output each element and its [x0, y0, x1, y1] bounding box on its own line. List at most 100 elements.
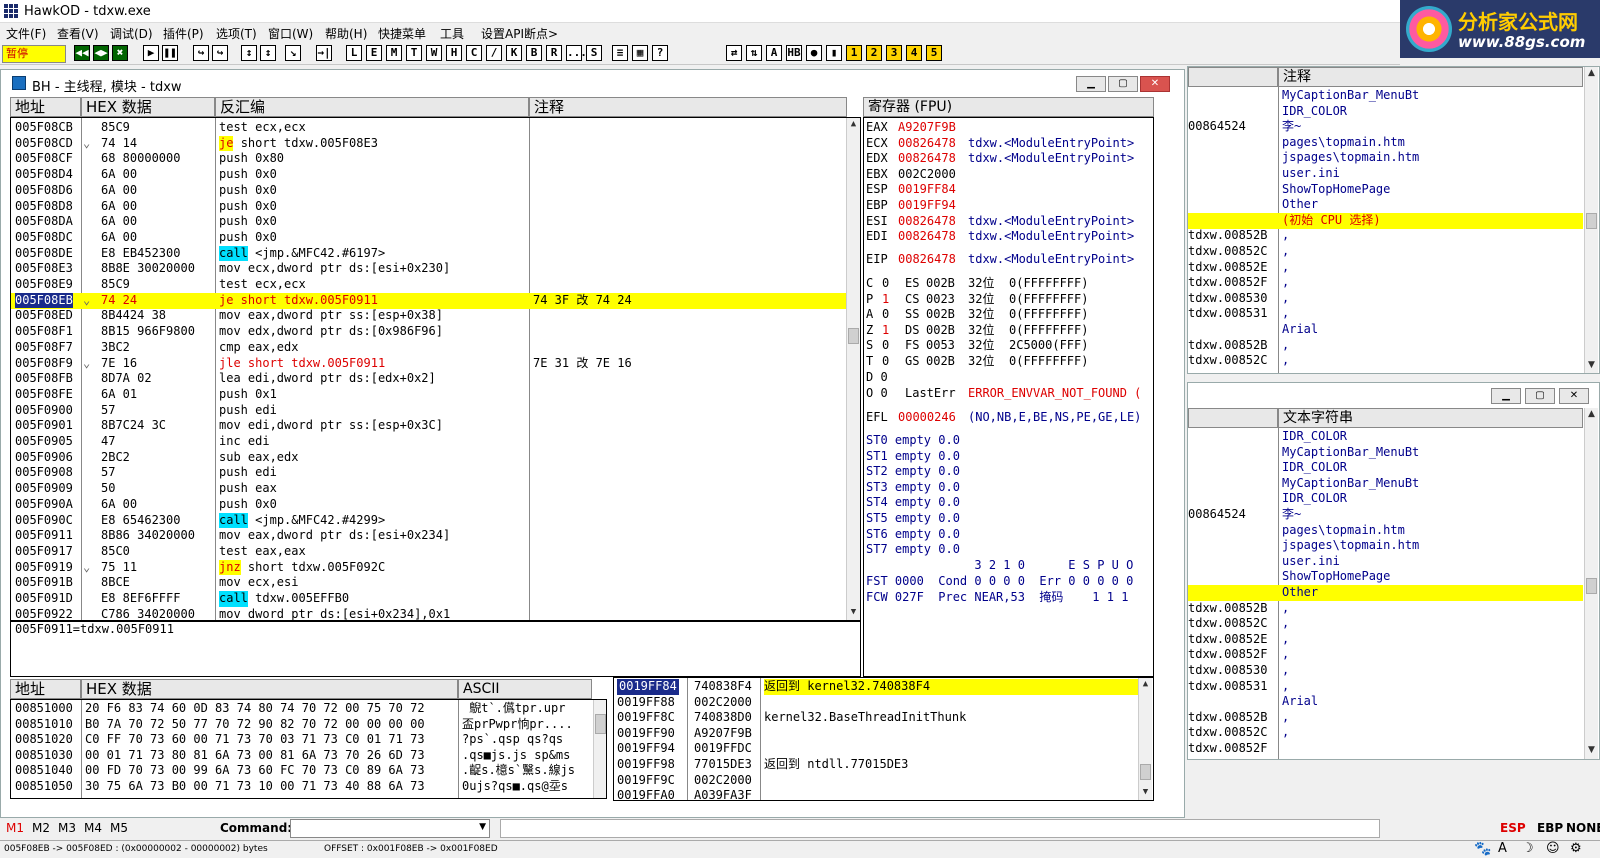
- minimize-button[interactable]: ▁: [1076, 76, 1106, 92]
- list-row[interactable]: ShowTopHomePage: [1188, 569, 1583, 585]
- register-row[interactable]: 3 2 1 0 E S P U O: [864, 558, 1153, 574]
- none-label[interactable]: NONE: [1566, 821, 1600, 835]
- register-row[interactable]: EAX A9207F9B: [864, 120, 1153, 136]
- command-input[interactable]: ▼: [290, 819, 490, 838]
- list-row[interactable]: tdxw.00852B,: [1188, 601, 1583, 617]
- register-row[interactable]: EDX 00826478 tdxw.<ModuleEntryPoint>: [864, 151, 1153, 167]
- dump-row[interactable]: 00851040 00 FD 70 73 00 99 6A 73 60 FC 70…: [11, 763, 591, 779]
- disasm-row[interactable]: 005F08E9 85C9 test ecx,ecx: [11, 277, 846, 293]
- comments-header[interactable]: 注释: [1278, 67, 1583, 87]
- disasm-row[interactable]: 005F0905 47 inc edi: [11, 434, 846, 450]
- register-row[interactable]: EBX 002C2000: [864, 167, 1153, 183]
- toolbar-button[interactable]: 1: [846, 45, 862, 61]
- stack-row[interactable]: 0019FF8C 740838D0 kernel32.BaseThreadInitT…: [614, 710, 1138, 726]
- disasm-row[interactable]: 005F08CF 68 80000000 push 0x80: [11, 151, 846, 167]
- disasm-row[interactable]: 005F08F7 3BC2 cmp eax,edx: [11, 340, 846, 356]
- registers-pane[interactable]: EAX A9207F9B ECX 00826478 tdxw.<ModuleEntryP…: [863, 117, 1154, 677]
- menu-item[interactable]: 工具: [440, 25, 464, 42]
- toolbar-button[interactable]: ▮: [826, 45, 842, 61]
- list-row[interactable]: tdxw.00852C,: [1188, 616, 1583, 632]
- toolbar-button[interactable]: ◀◀: [74, 45, 90, 61]
- register-row[interactable]: ST7 empty 0.0: [864, 542, 1153, 558]
- disasm-row[interactable]: 005F091D E8 8EF6FFFF call tdxw.005EFFB0: [11, 591, 846, 607]
- list-row[interactable]: 00864524 李~: [1188, 119, 1583, 135]
- disasm-row[interactable]: 005F0909 50 push eax: [11, 481, 846, 497]
- disasm-row[interactable]: 005F08DC 6A 00 push 0x0: [11, 230, 846, 246]
- register-row[interactable]: ESI 00826478 tdxw.<ModuleEntryPoint>: [864, 214, 1153, 230]
- disasm-row[interactable]: 005F08E3 8B8E 30020000 mov ecx,dword ptr d…: [11, 261, 846, 277]
- register-row[interactable]: FCW 027F Prec NEAR,53 掩码 1 1 1: [864, 590, 1153, 606]
- disasm-row[interactable]: 005F0900 57 push edi: [11, 403, 846, 419]
- register-row[interactable]: EFL 00000246 (NO,NB,E,BE,NS,PE,GE,LE): [864, 410, 1153, 426]
- toolbar-button[interactable]: ✖: [112, 45, 128, 61]
- col-header-comment[interactable]: 注释: [529, 97, 847, 117]
- register-row[interactable]: FST 0000 Cond 0 0 0 0 Err 0 0 0 0 0: [864, 574, 1153, 590]
- gear-icon[interactable]: ⚙: [1570, 841, 1582, 857]
- toolbar-button[interactable]: ▦: [632, 45, 648, 61]
- dump-header-hex[interactable]: HEX 数据: [81, 679, 458, 699]
- stack-row[interactable]: 0019FF9C 002C2000: [614, 773, 1138, 789]
- toolbar-button[interactable]: S: [586, 45, 602, 61]
- scroll-down-icon[interactable]: ▼: [847, 606, 860, 619]
- toolbar-button[interactable]: ●: [806, 45, 822, 61]
- scroll-down-icon[interactable]: ▼: [1139, 786, 1152, 799]
- toolbar-button[interactable]: H: [446, 45, 462, 61]
- disasm-row[interactable]: 005F08EB ⌄ 74 24 je short tdxw.005F0911 74 3…: [11, 292, 846, 309]
- list-row[interactable]: tdxw.008530,: [1188, 291, 1583, 307]
- dump-header-ascii[interactable]: ASCII: [458, 679, 592, 699]
- toolbar-button[interactable]: ⇄: [726, 45, 742, 61]
- toolbar-button[interactable]: K: [506, 45, 522, 61]
- scroll-up-icon[interactable]: ▲: [1585, 67, 1598, 80]
- scroll-down-icon[interactable]: ▼: [1585, 359, 1598, 372]
- disasm-row[interactable]: 005F090C E8 65462300 call <jmp.&MFC42.#4299…: [11, 512, 846, 529]
- dump-row[interactable]: 00851030 00 01 71 73 80 81 6A 73 00 81 6A…: [11, 748, 591, 764]
- toolbar-button[interactable]: T: [406, 45, 422, 61]
- register-row[interactable]: ST3 empty 0.0: [864, 480, 1153, 496]
- register-row[interactable]: T 0 GS 002B 32位 0(FFFFFFFF): [864, 354, 1153, 370]
- list-row[interactable]: tdxw.00852B,: [1188, 710, 1583, 726]
- menu-item[interactable]: 选项(T): [216, 25, 257, 42]
- list-row[interactable]: jspages\topmain.htm: [1188, 538, 1583, 554]
- memory-tab[interactable]: M5: [110, 821, 128, 835]
- disasm-row[interactable]: 005F0911 8B86 34020000 mov eax,dword ptr d…: [11, 528, 846, 544]
- stack-scrollbar[interactable]: ▲ ▼: [1138, 678, 1152, 800]
- dump-row[interactable]: 00851010 B0 7A 70 72 50 77 70 72 90 82 70…: [11, 717, 591, 733]
- list-row[interactable]: tdxw.00852C,: [1188, 353, 1583, 369]
- list-row[interactable]: tdxw.008530,: [1188, 663, 1583, 679]
- maximize-button[interactable]: ▢: [1108, 76, 1138, 92]
- dump-scrollbar[interactable]: [593, 700, 606, 798]
- scroll-up-icon[interactable]: ▲: [1585, 408, 1598, 421]
- toolbar-button[interactable]: ↪: [193, 45, 209, 61]
- toolbar-button[interactable]: R: [546, 45, 562, 61]
- menu-item[interactable]: 设置API断点>: [481, 25, 558, 42]
- scroll-up-icon[interactable]: ▲: [1139, 678, 1152, 691]
- toolbar-button[interactable]: HB: [786, 45, 802, 61]
- menu-item[interactable]: 快捷菜单: [378, 25, 426, 42]
- list-row[interactable]: pages\topmain.htm: [1188, 135, 1583, 151]
- list-row[interactable]: Arial: [1188, 322, 1583, 338]
- disasm-row[interactable]: 005F091B 8BCE mov ecx,esi: [11, 575, 846, 591]
- toolbar-button[interactable]: W: [426, 45, 442, 61]
- disasm-row[interactable]: 005F0908 57 push edi: [11, 465, 846, 481]
- comments-scrollbar[interactable]: ▲ ▼: [1584, 67, 1598, 373]
- disasm-row[interactable]: 005F0917 85C0 test eax,eax: [11, 544, 846, 560]
- register-row[interactable]: C 0 ES 002B 32位 0(FFFFFFFF): [864, 276, 1153, 292]
- disasm-row[interactable]: 005F08FB 8D7A 02 lea edi,dword ptr ds:[edx…: [11, 371, 846, 387]
- paw-icon[interactable]: 🐾: [1474, 841, 1491, 857]
- disasm-row[interactable]: 005F08CB 85C9 test ecx,ecx: [11, 120, 846, 136]
- strings-scrollbar[interactable]: ▲ ▼: [1584, 408, 1598, 759]
- list-row[interactable]: IDR_COLOR: [1188, 429, 1583, 445]
- toolbar-button[interactable]: ↕: [241, 45, 257, 61]
- disasm-row[interactable]: 005F08D6 6A 00 push 0x0: [11, 183, 846, 199]
- scroll-up-icon[interactable]: ▲: [847, 118, 860, 131]
- menu-item[interactable]: 窗口(W): [268, 25, 313, 42]
- list-row[interactable]: Other: [1188, 197, 1583, 213]
- register-row[interactable]: ECX 00826478 tdxw.<ModuleEntryPoint>: [864, 136, 1153, 152]
- register-row[interactable]: S 0 FS 0053 32位 2C5000(FFF): [864, 338, 1153, 354]
- list-row[interactable]: 00864524 李~: [1188, 507, 1583, 523]
- toolbar-button[interactable]: A: [766, 45, 782, 61]
- register-row[interactable]: ST1 empty 0.0: [864, 449, 1153, 465]
- registers-header[interactable]: 寄存器 (FPU): [863, 97, 1154, 117]
- menu-item[interactable]: 帮助(H): [325, 25, 367, 42]
- menu-item[interactable]: 插件(P): [163, 25, 204, 42]
